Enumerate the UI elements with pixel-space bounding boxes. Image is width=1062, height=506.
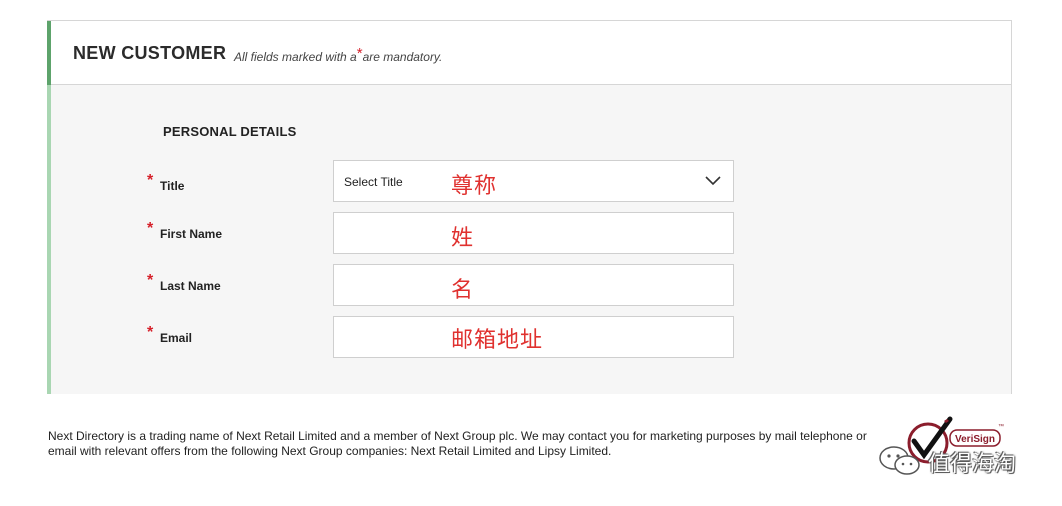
required-star: *: [356, 45, 363, 62]
required-star: *: [147, 272, 154, 289]
email-label: Email: [160, 331, 193, 345]
title-annotation: 尊称: [451, 174, 498, 199]
first-name-input[interactable]: 姓: [333, 212, 734, 254]
last-name-annotation: 名: [451, 278, 475, 303]
title-select[interactable]: Select Title 尊称: [333, 160, 734, 202]
required-star: *: [147, 220, 154, 237]
required-star: *: [147, 324, 154, 341]
last-name-input[interactable]: 名: [333, 264, 734, 306]
last-name-label: Last Name: [160, 279, 221, 293]
required-star: *: [147, 172, 154, 189]
body-accent-bar: [47, 85, 51, 394]
mandatory-note-suffix: are mandatory.: [362, 50, 443, 64]
panel-body: PERSONAL DETAILS * Title Select Title 尊称…: [47, 85, 1011, 394]
header-accent-bar: [47, 21, 51, 85]
title-select-value: Select Title: [344, 175, 403, 189]
page-title: NEW CUSTOMER: [73, 43, 227, 63]
chevron-down-icon: [705, 176, 721, 186]
email-annotation: 邮箱地址: [451, 328, 544, 353]
title-label: Title: [160, 179, 185, 193]
new-customer-panel: NEW CUSTOMER All fields marked with a*ar…: [47, 20, 1012, 394]
first-name-label: First Name: [160, 227, 223, 241]
first-name-annotation: 姓: [451, 226, 475, 251]
verisign-tm: ™: [998, 423, 1004, 430]
mandatory-note-prefix: All fields marked with a: [234, 50, 357, 64]
watermark: 值得海淘: [876, 442, 1036, 478]
panel-header: NEW CUSTOMER All fields marked with a*ar…: [47, 21, 1011, 85]
mandatory-note: All fields marked with a*are mandatory.: [234, 45, 443, 65]
section-title: PERSONAL DETAILS: [163, 124, 297, 139]
watermark-text: 值得海淘: [928, 452, 1017, 477]
wechat-icon: [879, 446, 920, 475]
footer-legal-text: Next Directory is a trading name of Next…: [48, 429, 867, 458]
email-input[interactable]: 邮箱地址: [333, 316, 734, 358]
